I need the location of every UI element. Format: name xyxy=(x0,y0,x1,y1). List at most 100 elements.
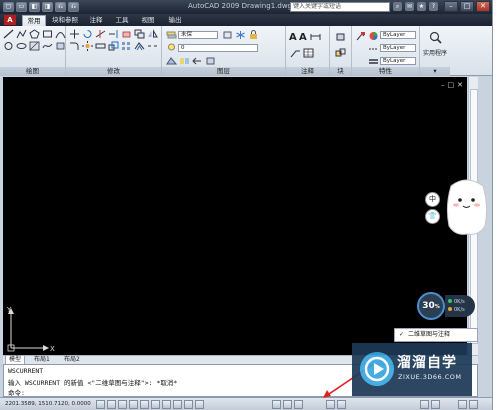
color-wheel-icon[interactable] xyxy=(368,31,379,41)
close-button[interactable]: ✕ xyxy=(476,1,490,12)
undo-icon[interactable]: ⎌ xyxy=(55,2,66,12)
object-snap-button[interactable] xyxy=(140,400,149,409)
workspace-option-2d-drafting[interactable]: 二维草图与注释 xyxy=(408,331,450,338)
modify-panel-title[interactable]: 修改 xyxy=(66,67,161,76)
measure-magnifier-icon[interactable] xyxy=(429,31,442,44)
command-prompt-input[interactable]: 命令: xyxy=(8,387,25,397)
lineweight-dropdown[interactable]: ByLayer xyxy=(380,57,416,65)
grid-mode-button[interactable] xyxy=(107,400,116,409)
tab-output[interactable]: 输出 xyxy=(165,15,185,26)
new-file-icon[interactable]: ▢ xyxy=(3,2,14,12)
drawing-close-button[interactable]: ✕ xyxy=(457,81,463,89)
make-current-icon[interactable] xyxy=(166,56,177,66)
redo-icon[interactable]: ⎌ xyxy=(68,2,79,12)
dynamic-input-button[interactable] xyxy=(173,400,182,409)
snap-mode-button[interactable] xyxy=(96,400,105,409)
save-icon[interactable]: ◧ xyxy=(29,2,40,12)
hatch-icon[interactable] xyxy=(29,41,40,51)
leader-icon[interactable] xyxy=(290,48,301,58)
annotation-scale-button[interactable] xyxy=(420,400,429,409)
help-search-input[interactable]: 键入关键字或短语 xyxy=(290,2,390,12)
scale-icon[interactable] xyxy=(108,41,119,51)
drawing-area[interactable]: – □ ✕ xyxy=(3,77,467,355)
trim-icon[interactable] xyxy=(95,29,106,39)
fillet-icon[interactable] xyxy=(69,41,80,51)
break-icon[interactable] xyxy=(147,41,158,51)
network-speed-widget[interactable]: 30% xyxy=(417,292,445,320)
workspace-menu[interactable]: ✓ 二维草图与注释 xyxy=(394,328,478,342)
table-icon[interactable] xyxy=(303,48,314,58)
move-icon[interactable] xyxy=(69,29,80,39)
tab-annotate[interactable]: 注释 xyxy=(86,15,106,26)
create-block-icon[interactable] xyxy=(335,48,346,58)
mirror-icon[interactable] xyxy=(147,29,158,39)
layer-panel-title[interactable]: 图层 xyxy=(162,67,285,76)
stretch-icon[interactable] xyxy=(95,41,106,51)
layer-previous-icon[interactable] xyxy=(192,56,203,66)
tab-view[interactable]: 视图 xyxy=(138,15,158,26)
utilities-panel-title[interactable]: ▾ xyxy=(420,67,450,76)
layer-state-dropdown[interactable]: 未保 xyxy=(178,31,218,39)
quick-properties-button[interactable] xyxy=(195,400,204,409)
ortho-mode-button[interactable] xyxy=(118,400,127,409)
communication-center-icon[interactable]: ✉ xyxy=(405,2,414,11)
color-dropdown[interactable]: ByLayer xyxy=(380,31,416,39)
current-layer-dropdown[interactable]: 0 xyxy=(178,44,258,52)
block-panel-title[interactable]: 块 xyxy=(330,67,351,76)
layout-button[interactable] xyxy=(283,400,292,409)
erase-icon[interactable] xyxy=(121,29,132,39)
workspace-switch-button[interactable] xyxy=(431,400,440,409)
multiline-text-icon[interactable]: A xyxy=(289,32,297,43)
minimize-button[interactable]: – xyxy=(444,1,458,12)
array-icon[interactable] xyxy=(121,41,132,51)
drawing-minimize-button[interactable]: – xyxy=(441,81,445,89)
quick-view-button[interactable] xyxy=(294,400,303,409)
lineweight-icon[interactable] xyxy=(368,57,379,67)
layer-properties-icon[interactable] xyxy=(166,30,177,40)
drawing-restore-button[interactable]: □ xyxy=(448,81,455,89)
line-icon[interactable] xyxy=(3,29,14,39)
object-snap-tracking-button[interactable] xyxy=(151,400,160,409)
extend-icon[interactable] xyxy=(108,29,119,39)
rotate-icon[interactable] xyxy=(82,29,93,39)
properties-panel-title[interactable]: 特性 xyxy=(352,67,419,76)
layer-isolate-icon[interactable] xyxy=(205,56,216,66)
single-line-text-icon[interactable]: A xyxy=(299,32,307,43)
polygon-icon[interactable] xyxy=(29,29,40,39)
mascot-sticker-icon[interactable] xyxy=(443,176,489,238)
polar-tracking-button[interactable] xyxy=(129,400,138,409)
shirt-icon[interactable]: 👕 xyxy=(426,210,439,223)
polyline-icon[interactable] xyxy=(16,29,27,39)
tab-tools[interactable]: 工具 xyxy=(112,15,132,26)
lineweight-button[interactable] xyxy=(184,400,193,409)
explode-icon[interactable] xyxy=(82,41,93,51)
offset-icon[interactable] xyxy=(134,41,145,51)
model-space-button[interactable] xyxy=(272,400,281,409)
layer-state-icon[interactable] xyxy=(222,30,233,40)
insert-block-icon[interactable] xyxy=(335,32,346,42)
annotation-panel-title[interactable]: 注释 xyxy=(286,67,329,76)
layer-match-icon[interactable] xyxy=(179,56,190,66)
layer-lock-icon[interactable] xyxy=(248,30,259,40)
ducs-button[interactable] xyxy=(162,400,171,409)
tab-home[interactable]: 常用 xyxy=(22,15,46,26)
linetype-icon[interactable] xyxy=(368,44,379,54)
input-method-badge[interactable]: 中 xyxy=(426,193,439,206)
clean-screen-button[interactable] xyxy=(469,400,478,409)
layer-bulb-icon[interactable] xyxy=(166,43,177,53)
layer-freeze-icon[interactable] xyxy=(235,30,246,40)
toolbar-lock-button[interactable] xyxy=(458,400,467,409)
match-properties-icon[interactable] xyxy=(355,31,366,41)
copy-icon[interactable] xyxy=(134,29,145,39)
pan-button[interactable] xyxy=(326,400,335,409)
arc-icon[interactable] xyxy=(55,29,66,39)
rectangle-icon[interactable] xyxy=(42,29,53,39)
circle-icon[interactable] xyxy=(3,41,14,51)
linetype-dropdown[interactable]: ByLayer xyxy=(380,44,416,52)
zoom-button[interactable] xyxy=(337,400,346,409)
application-menu-button[interactable]: A xyxy=(4,15,16,25)
region-icon[interactable] xyxy=(55,41,66,51)
maximize-button[interactable]: □ xyxy=(460,1,474,12)
spline-icon[interactable] xyxy=(42,41,53,51)
dimension-icon[interactable] xyxy=(310,32,321,42)
